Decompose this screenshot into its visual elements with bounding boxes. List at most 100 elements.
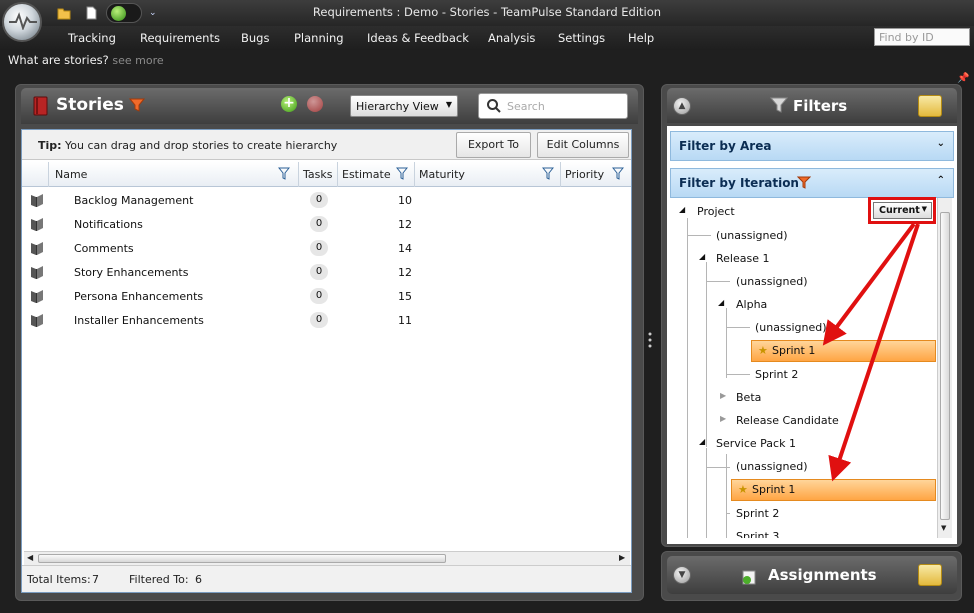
story-name: Backlog Management [74, 194, 194, 207]
tree-guide [706, 448, 707, 538]
tip-message: You can drag and drop stories to create … [65, 139, 338, 152]
maturity-filter-icon[interactable] [542, 167, 554, 180]
story-book-icon [29, 192, 45, 208]
table-row[interactable]: Persona Enhancements 0 15 [22, 285, 631, 307]
column-maturity-label: Maturity [419, 168, 465, 181]
story-book-icon [29, 240, 45, 256]
menu-bugs[interactable]: Bugs [241, 31, 269, 45]
menu-tracking[interactable]: Tracking [68, 31, 116, 45]
vertical-scrollbar[interactable]: ▼ [937, 198, 952, 538]
column-header-tasks[interactable]: Tasks [298, 162, 337, 187]
window-title: Requirements : Demo - Stories - TeamPuls… [312, 5, 662, 19]
search-input[interactable]: Search [478, 93, 628, 119]
tree-node-label: Sprint 1 [752, 483, 796, 496]
table-row[interactable]: Comments 0 14 [22, 237, 631, 259]
table-row[interactable]: Backlog Management 0 10 [22, 189, 631, 211]
column-header-priority[interactable]: Priority [560, 162, 630, 187]
tree-node-release1[interactable]: Release 1 [716, 252, 769, 265]
tree-guide [726, 374, 750, 375]
story-estimate: 15 [398, 290, 412, 303]
menu-planning[interactable]: Planning [294, 31, 344, 45]
see-more-link[interactable]: see more [112, 54, 163, 67]
filter-by-area-header[interactable]: Filter by Area ⌄ [670, 131, 954, 161]
menu-help[interactable]: Help [628, 31, 654, 45]
stories-title: Stories [56, 95, 124, 115]
expand-service-pack1-icon[interactable]: ◢ [699, 437, 705, 446]
tree-guide [726, 327, 750, 328]
tree-node-sprint3[interactable]: Sprint 3 [736, 530, 779, 538]
tree-node-project[interactable]: Project [697, 205, 735, 218]
scroll-thumb[interactable] [940, 212, 950, 520]
app-logo-icon[interactable] [2, 2, 42, 42]
horizontal-scrollbar[interactable]: ◀ ▶ [24, 551, 630, 565]
tree-node-unassigned[interactable]: (unassigned) [736, 460, 808, 473]
view-select-value: Hierarchy View [356, 100, 439, 113]
tree-node-sprint1-selected[interactable]: ★ Sprint 1 [751, 340, 936, 362]
menu-analysis[interactable]: Analysis [488, 31, 535, 45]
panel-splitter[interactable] [646, 330, 654, 354]
menu-ideas-feedback[interactable]: Ideas & Feedback [367, 31, 469, 45]
view-select[interactable]: Hierarchy View ▼ [350, 95, 458, 117]
tree-node-alpha[interactable]: Alpha [736, 298, 767, 311]
scroll-right-icon[interactable]: ▶ [619, 553, 625, 562]
tree-guide [706, 262, 707, 447]
tree-guide [706, 467, 730, 468]
menu-requirements[interactable]: Requirements [140, 31, 220, 45]
column-header-estimate[interactable]: Estimate [337, 162, 414, 187]
filter-by-iteration-header[interactable]: Filter by Iteration ⌃ [670, 168, 954, 198]
stories-filter-icon[interactable] [128, 97, 146, 116]
expand-beta-icon[interactable]: ▶ [720, 391, 726, 400]
edit-columns-button[interactable]: Edit Columns [537, 132, 629, 158]
column-header-name[interactable]: Name [48, 162, 298, 187]
remove-story-button[interactable] [307, 96, 323, 112]
filters-car-icon[interactable] [918, 95, 942, 117]
menu-settings[interactable]: Settings [558, 31, 605, 45]
name-filter-icon[interactable] [278, 167, 290, 180]
assignments-car-icon[interactable] [918, 564, 942, 586]
story-tasks: 0 [310, 312, 328, 328]
table-row[interactable]: Installer Enhancements 0 11 [22, 309, 631, 331]
chevron-down-icon: ⌄ [936, 138, 945, 149]
tree-node-unassigned[interactable]: (unassigned) [736, 275, 808, 288]
export-to-button[interactable]: Export To [456, 132, 531, 158]
tree-node-release-candidate[interactable]: Release Candidate [736, 414, 839, 427]
tree-node-beta[interactable]: Beta [736, 391, 761, 404]
scroll-down-icon[interactable]: ▼ [941, 524, 946, 532]
column-header-maturity[interactable]: Maturity [414, 162, 560, 187]
story-estimate: 12 [398, 266, 412, 279]
expand-release-candidate-icon[interactable]: ▶ [720, 414, 726, 423]
tree-node-sprint2[interactable]: Sprint 2 [755, 368, 798, 381]
story-name: Story Enhancements [74, 266, 189, 279]
tree-node-unassigned[interactable]: (unassigned) [755, 321, 827, 334]
story-book-icon [29, 264, 45, 280]
filter-funnel-icon [769, 96, 789, 114]
tree-guide [687, 235, 711, 236]
chevron-down-icon: ▼ [445, 100, 452, 109]
iteration-filter-icon [796, 176, 812, 193]
pin-icon[interactable]: 📌 [957, 73, 969, 84]
story-estimate: 12 [398, 218, 412, 231]
stories-status-bar: Total Items: 7 Filtered To: 6 [22, 565, 631, 592]
scroll-thumb[interactable] [38, 554, 446, 563]
find-by-id-input[interactable]: Find by ID [874, 28, 970, 46]
table-row[interactable]: Notifications 0 12 [22, 213, 631, 235]
story-book-icon [29, 312, 45, 328]
tree-node-sprint1-selected[interactable]: ★ Sprint 1 [731, 479, 936, 501]
story-name: Comments [74, 242, 134, 255]
estimate-filter-icon[interactable] [396, 167, 408, 180]
collapse-filters-button[interactable]: ▲ [673, 97, 691, 115]
scroll-left-icon[interactable]: ◀ [27, 553, 33, 562]
expand-alpha-icon[interactable]: ◢ [718, 298, 724, 307]
expand-release1-icon[interactable]: ◢ [699, 252, 705, 261]
expand-assignments-button[interactable]: ▼ [673, 566, 691, 584]
tree-guide [726, 308, 727, 378]
add-story-button[interactable]: + [281, 96, 297, 112]
tree-node-sprint2[interactable]: Sprint 2 [736, 507, 779, 520]
table-row[interactable]: Story Enhancements 0 12 [22, 261, 631, 283]
filter-by-iteration-label: Filter by Iteration [679, 176, 799, 190]
tree-node-service-pack1[interactable]: Service Pack 1 [716, 437, 796, 450]
column-estimate-label: Estimate [342, 168, 391, 181]
expand-project-icon[interactable]: ◢ [679, 205, 685, 214]
tree-node-unassigned[interactable]: (unassigned) [716, 229, 788, 242]
priority-filter-icon[interactable] [612, 167, 624, 180]
